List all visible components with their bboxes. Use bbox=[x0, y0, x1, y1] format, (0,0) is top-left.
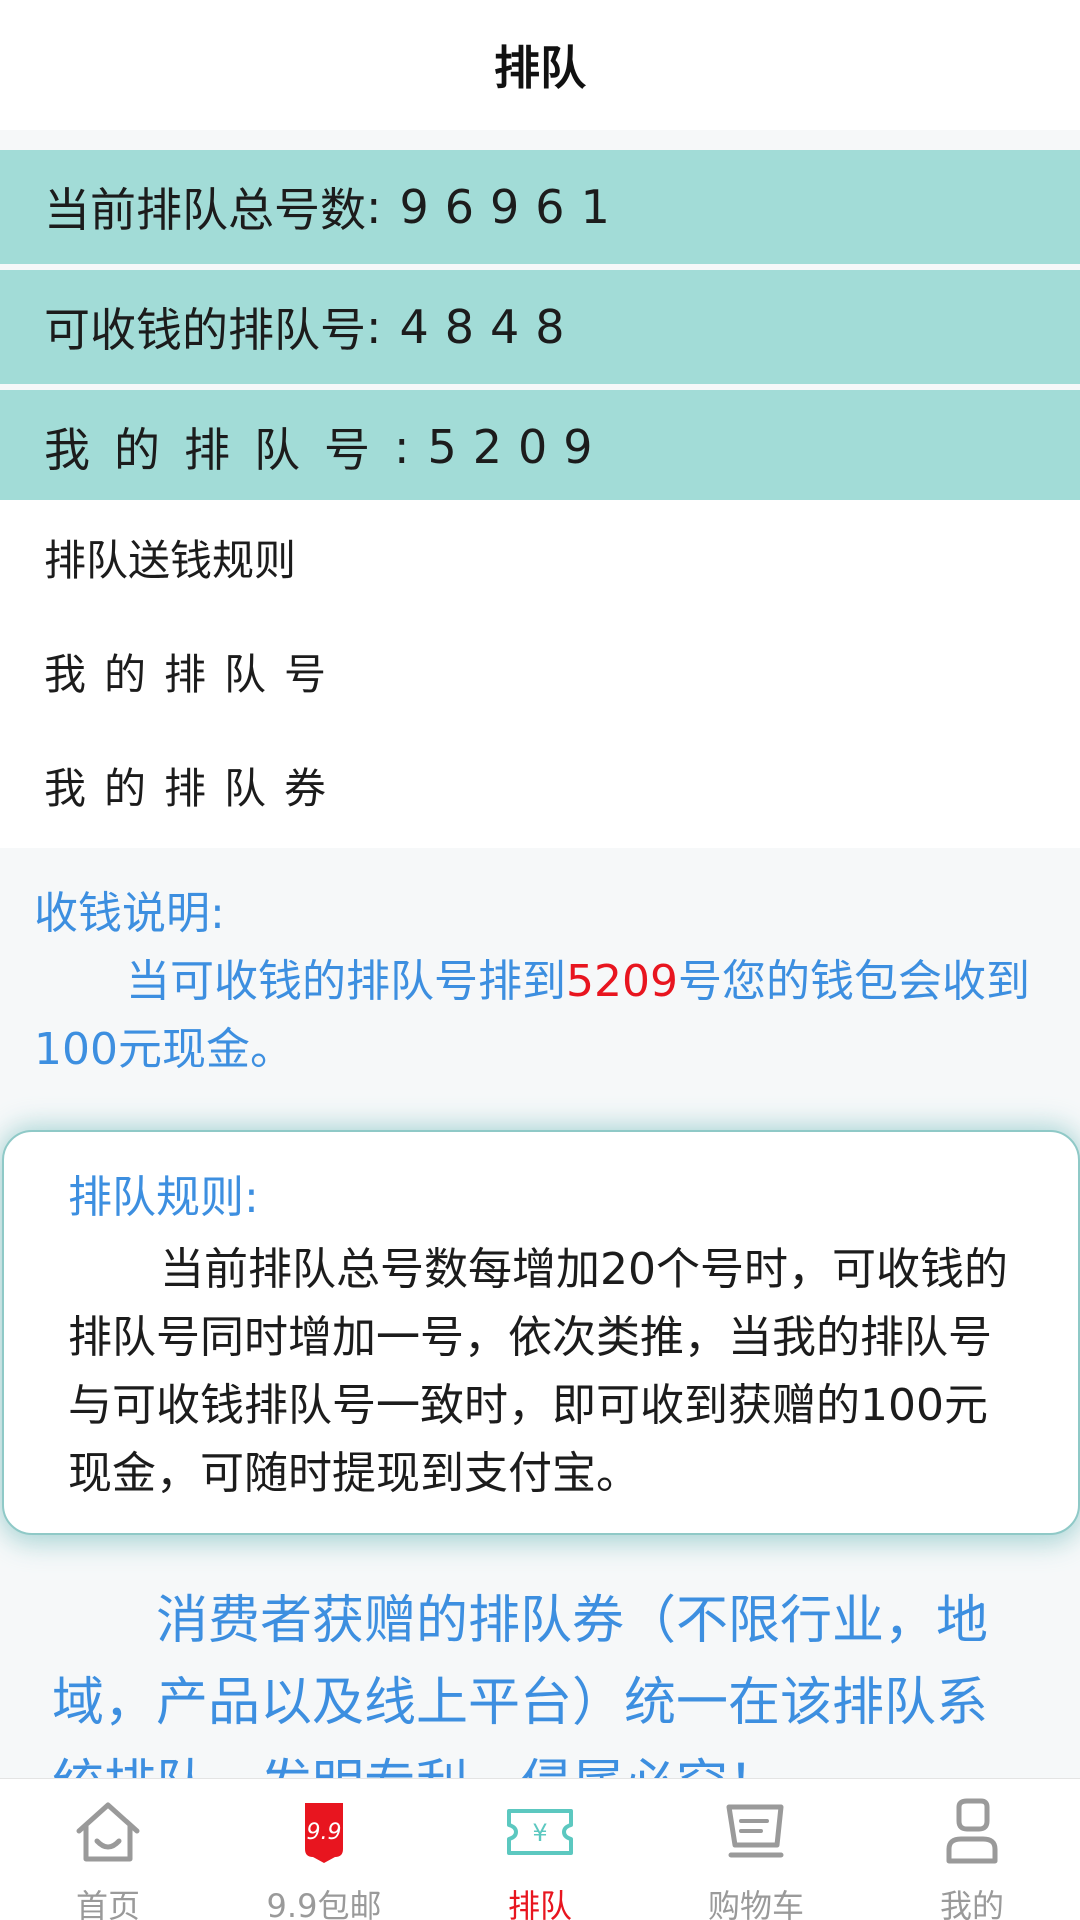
menu-item-my-queue-ticket[interactable]: 我的排队券 bbox=[0, 728, 1080, 842]
payout-explanation-title: 收钱说明: bbox=[34, 888, 225, 939]
payable-queue-value: 4848 bbox=[399, 300, 581, 354]
ticket-icon: ¥ bbox=[505, 1797, 575, 1867]
my-queue-colon: : bbox=[394, 420, 410, 474]
home-icon bbox=[73, 1797, 143, 1867]
user-icon bbox=[937, 1797, 1007, 1867]
tab-nine-nine[interactable]: 9.9 9.9包邮 bbox=[224, 1779, 424, 1920]
total-queue-bar: 当前排队总号数 : 96961 bbox=[0, 150, 1080, 264]
menu-item-label: 我的排队号 bbox=[44, 649, 345, 699]
menu-item-label: 我的排队券 bbox=[44, 763, 345, 813]
payable-queue-label: 可收钱的排队号 bbox=[44, 303, 366, 357]
payable-queue-colon: : bbox=[366, 300, 382, 354]
menu-item-queue-rules[interactable]: 排队送钱规则 bbox=[0, 500, 1080, 614]
bottom-tab-bar: 首页 9.9 9.9包邮 ¥ 排队 购物车 我的 bbox=[0, 1778, 1080, 1920]
top-bar: 排队 bbox=[0, 0, 1080, 130]
tab-queue-label: 排队 bbox=[507, 1887, 572, 1920]
tab-home-label: 首页 bbox=[75, 1887, 140, 1920]
payout-explanation-text: 当可收钱的排队号排到5209号您的钱包会收到100元现金。 bbox=[34, 948, 1034, 1084]
my-queue-label: 我的排队号 bbox=[44, 423, 394, 477]
tab-queue[interactable]: ¥ 排队 bbox=[440, 1779, 640, 1920]
nine-nine-badge-icon: 9.9 bbox=[289, 1797, 359, 1867]
tab-home[interactable]: 首页 bbox=[8, 1779, 208, 1920]
payable-queue-bar: 可收钱的排队号 : 4848 bbox=[0, 270, 1080, 384]
payout-explanation: 收钱说明: 当可收钱的排队号排到5209号您的钱包会收到100元现金。 bbox=[34, 880, 1034, 1084]
queue-rules-body: 当前排队总号数每增加20个号时，可收钱的排队号同时增加一号，依次类推，当我的排队… bbox=[68, 1244, 1008, 1499]
svg-text:¥: ¥ bbox=[532, 1819, 547, 1847]
tab-mine-label: 我的 bbox=[939, 1887, 1004, 1920]
total-queue-label: 当前排队总号数 bbox=[44, 183, 366, 237]
queue-rules-title: 排队规则: bbox=[68, 1172, 259, 1223]
total-queue-colon: : bbox=[366, 180, 382, 234]
cart-icon bbox=[721, 1797, 791, 1867]
tab-cart-label: 购物车 bbox=[707, 1887, 804, 1920]
tab-nine-nine-label: 9.9包邮 bbox=[266, 1887, 382, 1920]
payout-text-pre: 当可收钱的排队号排到 bbox=[126, 956, 566, 1007]
my-queue-value: 5209 bbox=[427, 420, 609, 474]
tab-mine[interactable]: 我的 bbox=[872, 1779, 1072, 1920]
total-queue-value: 96961 bbox=[399, 180, 626, 234]
my-queue-bar: 我的排队号 : 5209 bbox=[0, 390, 1080, 504]
queue-menu: 排队送钱规则 我的排队号 我的排队券 bbox=[0, 500, 1080, 848]
payout-highlight-number: 5209 bbox=[566, 956, 678, 1007]
queue-page: 排队 当前排队总号数 : 96961 可收钱的排队号 : 4848 我的排队号 … bbox=[0, 0, 1080, 1920]
menu-item-my-queue-number[interactable]: 我的排队号 bbox=[0, 614, 1080, 728]
badge-text: 9.9 bbox=[307, 1820, 342, 1845]
page-title: 排队 bbox=[494, 41, 586, 95]
menu-item-label: 排队送钱规则 bbox=[44, 535, 297, 585]
tab-cart[interactable]: 购物车 bbox=[656, 1779, 856, 1920]
queue-rules-card: 排队规则: 当前排队总号数每增加20个号时，可收钱的排队号同时增加一号，依次类推… bbox=[2, 1130, 1080, 1535]
